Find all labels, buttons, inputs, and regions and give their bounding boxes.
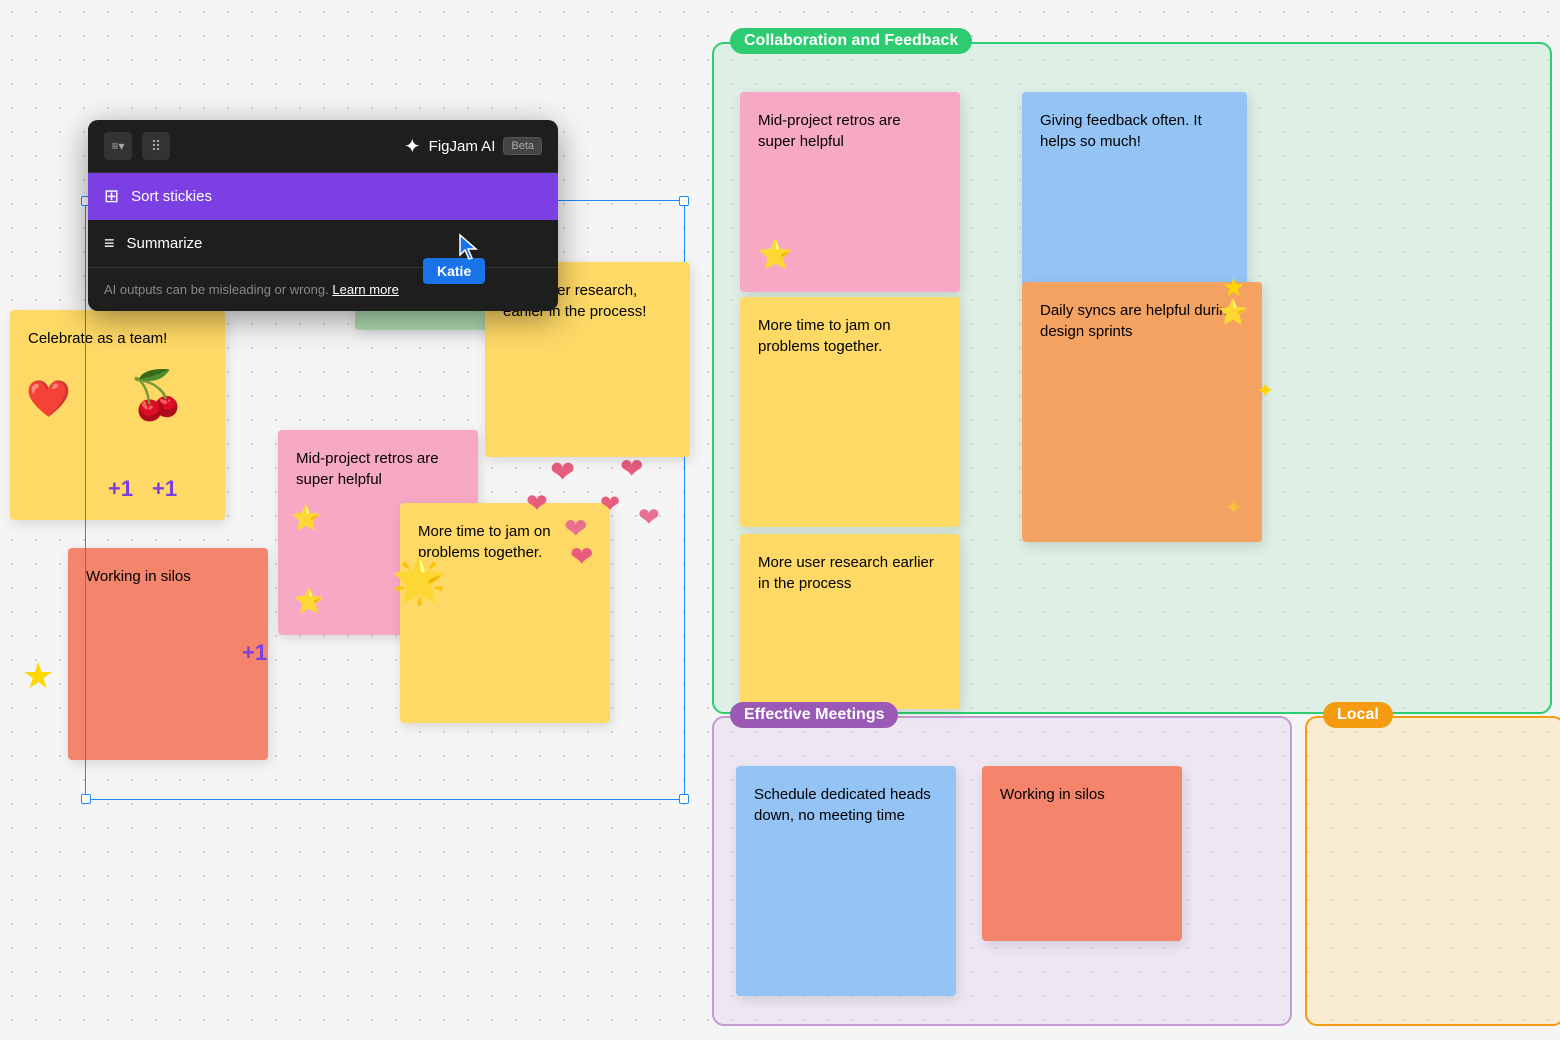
canvas: Collaboration and Feedback Mid-project r… [0,0,1560,1040]
sticky-giving-feedback[interactable]: Giving feedback often. It helps so much! [1022,92,1247,287]
region-label-local: Local [1323,702,1393,728]
ai-menu: ≡▾ ⠿ ✦ FigJam AI Beta ⊞ Sort stickies ≡ … [88,120,558,311]
beta-badge: Beta [503,137,542,155]
sticky-daily-syncs[interactable]: Daily syncs are helpful during design sp… [1022,282,1262,542]
cursor-arrow [458,233,480,261]
star-pink-canvas: ⭐ [291,504,321,533]
selection-handle-bl[interactable] [81,794,91,804]
sticky-more-time-jam-r[interactable]: More time to jam on problems together. [740,297,960,527]
region-local: Local [1305,716,1560,1026]
sticky-more-user-research-r[interactable]: More user research earlier in the proces… [740,534,960,709]
ai-menu-header: ≡▾ ⠿ ✦ FigJam AI Beta [88,120,558,173]
menu-item-sort-stickies[interactable]: ⊞ Sort stickies [88,173,558,220]
sticky-mid-project-retros-r[interactable]: Mid-project retros are super helpful ⭐ [740,92,960,292]
plus-one-1: +1 [108,476,133,502]
figjam-ai-title: ✦ FigJam AI Beta [404,134,542,159]
menu-item-summarize[interactable]: ≡ Summarize [88,220,558,267]
region-collaboration: Collaboration and Feedback Mid-project r… [712,42,1552,714]
region-label-collaboration: Collaboration and Feedback [730,28,972,54]
sort-icon: ⊞ [104,186,119,207]
summarize-icon: ≡ [104,233,115,254]
plus-one-3: +1 [242,640,267,666]
sticky-working-silos-left[interactable]: Working in silos [68,548,268,760]
star-daily-syncs-2: ✦ [1256,378,1274,404]
star-sticker-rainbow: 🌟 [392,554,447,606]
selection-handle-br[interactable] [679,794,689,804]
cherry-sticker: 🍒 [126,366,188,426]
star-sticker-1: ★ [22,655,54,697]
sticky-schedule-heads-down[interactable]: Schedule dedicated heads down, no meetin… [736,766,956,996]
selection-handle-tr[interactable] [679,196,689,206]
region-label-meetings: Effective Meetings [730,702,898,728]
plus-one-2: +1 [152,476,177,502]
ai-disclaimer: AI outputs can be misleading or wrong. L… [88,267,558,311]
katie-cursor-area: Katie [423,238,485,284]
align-icon[interactable]: ≡▾ [104,132,132,160]
learn-more-link[interactable]: Learn more [332,282,398,297]
grid-icon[interactable]: ⠿ [142,132,170,160]
katie-name-tag: Katie [423,258,485,284]
star-daily-syncs: ★ [1222,272,1245,303]
ai-menu-toolbar: ≡▾ ⠿ [104,132,170,160]
sticky-working-silos-m[interactable]: Working in silos [982,766,1182,941]
region-meetings: Effective Meetings Schedule dedicated he… [712,716,1292,1026]
sticky-more-time-jam-canvas[interactable]: More time to jam on problems together. [400,503,610,723]
heart-sticker: ❤️ [26,378,71,420]
